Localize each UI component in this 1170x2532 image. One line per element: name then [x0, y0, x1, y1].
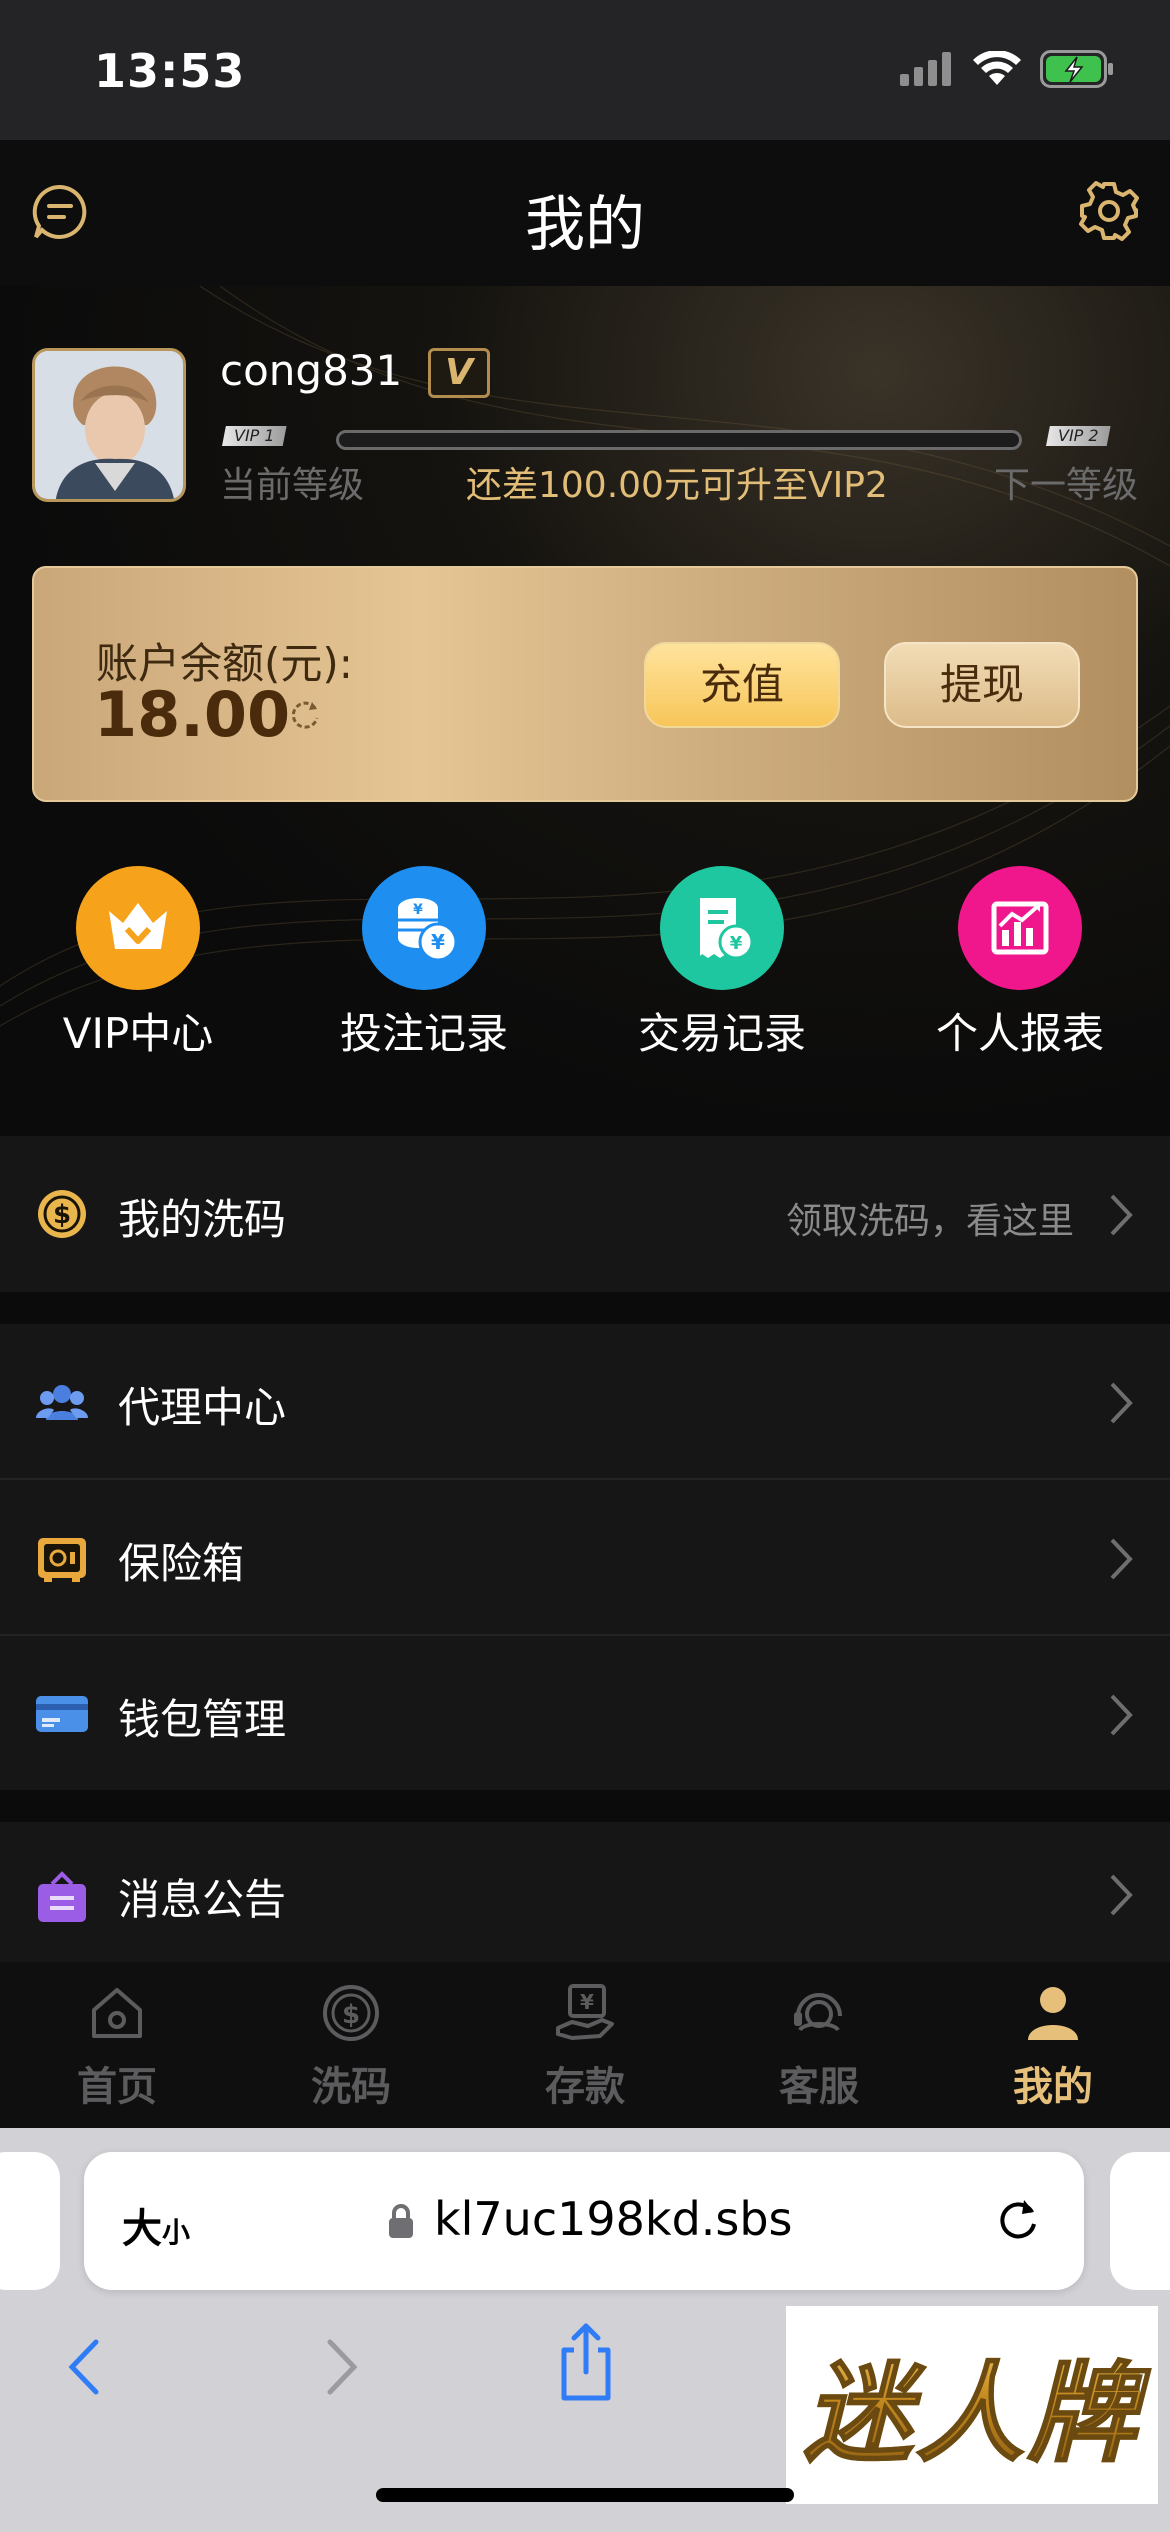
balance-value: 18.00 — [94, 678, 291, 751]
svg-text:¥: ¥ — [413, 902, 423, 918]
quick-action-personal-report[interactable]: 个人报表 — [900, 866, 1140, 1061]
tab-label: 首页 — [77, 2064, 157, 2110]
user-icon — [1028, 1987, 1078, 2040]
page-title: 我的 — [525, 190, 645, 260]
wallet-card-icon — [36, 1696, 88, 1732]
deposit-icon: ¥ — [556, 1984, 614, 2040]
quick-action-label: 交易记录 — [637, 1009, 806, 1058]
menu-row-announcements[interactable]: 消息公告 — [0, 1822, 1170, 1962]
vip-current-tag: VIP 1 — [222, 426, 287, 446]
status-bar: 13:53 — [0, 0, 1170, 140]
upgrade-hint: 还差100.00元可升至VIP2 — [466, 465, 888, 506]
chevron-right-icon — [1110, 1694, 1133, 1736]
tab-rebate[interactable]: $ 洗码 — [234, 1962, 468, 2128]
home-icon — [92, 1988, 142, 2038]
refresh-icon[interactable] — [288, 698, 322, 732]
dollar-coin-icon: $ — [323, 1985, 379, 2041]
tab-label: 洗码 — [311, 2064, 391, 2110]
address-bar[interactable]: 大小 kl7uc198kd.sbs — [84, 2152, 1084, 2290]
gear-icon[interactable] — [1078, 180, 1140, 242]
quick-action-label: VIP中心 — [62, 1009, 214, 1058]
avatar[interactable] — [32, 348, 186, 502]
vip-next-tag: VIP 2 — [1046, 426, 1111, 446]
tab-home[interactable]: 首页 — [0, 1962, 234, 2128]
menu-row-label: 保险箱 — [118, 1539, 245, 1588]
chevron-right-icon — [1110, 1382, 1133, 1424]
cellular-signal-icon — [900, 52, 951, 86]
tab-deposit[interactable]: ¥ 存款 — [468, 1962, 702, 2128]
menu-row-wallet-management[interactable]: 钱包管理 — [0, 1636, 1170, 1792]
tab-label: 客服 — [779, 2064, 859, 2110]
menu-row-my-rebate[interactable]: $ 我的洗码 领取洗码，看这里 — [0, 1136, 1170, 1292]
status-icons — [900, 50, 1116, 88]
safe-icon — [38, 1538, 86, 1582]
menu-row-safe-box[interactable]: 保险箱 — [0, 1480, 1170, 1636]
next-tab-peek[interactable] — [1110, 2152, 1170, 2290]
svg-text:$: $ — [53, 1200, 71, 1230]
chevron-right-icon — [1110, 1874, 1133, 1916]
svg-text:¥: ¥ — [580, 1990, 594, 2014]
url-text: kl7uc198kd.sbs — [434, 2192, 793, 2246]
svg-text:$: $ — [342, 2000, 360, 2030]
lock-icon — [389, 2204, 413, 2238]
watermark-logo: 迷人牌 — [786, 2306, 1158, 2504]
vip-level-badge: V — [428, 348, 490, 398]
vip-progress-bar — [336, 430, 1022, 450]
quick-action-transaction-records[interactable]: ¥ 交易记录 — [602, 866, 842, 1061]
quick-action-vip-center[interactable]: VIP中心 — [18, 866, 258, 1061]
support-icon — [794, 1993, 842, 2032]
status-time: 13:53 — [94, 44, 246, 98]
rebate-section: $ 我的洗码 领取洗码，看这里 — [0, 1136, 1170, 1292]
crown-icon — [76, 866, 200, 990]
quick-action-label: 个人报表 — [935, 1009, 1104, 1058]
tab-label: 我的 — [1013, 2064, 1093, 2110]
coins-icon: ¥ ¥ — [362, 866, 486, 990]
menu-row-label: 钱包管理 — [118, 1695, 287, 1744]
rebate-hint: 领取洗码，看这里 — [785, 1201, 1074, 1242]
quick-action-bet-records[interactable]: ¥ ¥ 投注记录 — [304, 866, 544, 1061]
announcement-bag-icon — [38, 1871, 86, 1922]
avatar-portrait-icon — [35, 351, 183, 499]
svg-text:¥: ¥ — [431, 930, 445, 954]
text-size-small-glyph: 小 — [162, 2216, 191, 2249]
menu-section: 代理中心 保险箱 钱包管理 — [0, 1324, 1170, 1790]
receipt-icon: ¥ — [660, 866, 784, 990]
bottom-tab-bar: 首页 $ 洗码 ¥ 存款 客服 我的 — [0, 1962, 1170, 2128]
watermark-text: 迷人牌 — [803, 2327, 1140, 2483]
next-level-label: 下一等级 — [993, 465, 1138, 506]
recharge-button[interactable]: 充值 — [644, 642, 840, 728]
tab-label: 存款 — [545, 2064, 625, 2110]
username: cong831 — [220, 346, 403, 395]
current-level-label: 当前等级 — [220, 465, 365, 506]
menu-row-label: 代理中心 — [118, 1383, 287, 1432]
profile-panel: cong831 V VIP 1 VIP 2 当前等级 还差100.00元可升至V… — [0, 286, 1170, 1136]
quick-action-label: 投注记录 — [339, 1009, 508, 1058]
text-size-large-glyph: 大 — [122, 2206, 162, 2252]
back-arrow-icon[interactable] — [52, 2332, 122, 2402]
wifi-icon — [973, 51, 1021, 85]
previous-tab-peek[interactable] — [0, 2152, 60, 2290]
balance-card: 账户余额(元): 18.00 充值 提现 — [32, 566, 1138, 802]
menu-row-label: 我的洗码 — [118, 1195, 287, 1244]
nav-header: 我的 — [0, 140, 1170, 286]
battery-charging-icon — [1040, 50, 1113, 88]
home-indicator — [376, 2488, 794, 2502]
dollar-coin-icon: $ — [38, 1190, 86, 1238]
menu-row-label: 消息公告 — [118, 1875, 287, 1924]
forward-arrow-icon[interactable] — [304, 2332, 374, 2402]
chevron-right-icon — [1110, 1194, 1133, 1236]
share-icon[interactable] — [550, 2320, 622, 2404]
chevron-right-icon — [1110, 1538, 1133, 1580]
svg-text:¥: ¥ — [730, 933, 743, 954]
reload-icon[interactable] — [992, 2194, 1044, 2246]
tab-support[interactable]: 客服 — [702, 1962, 936, 2128]
withdraw-button[interactable]: 提现 — [884, 642, 1080, 728]
tab-mine[interactable]: 我的 — [936, 1962, 1170, 2128]
agents-icon — [36, 1385, 88, 1420]
text-size-button[interactable]: 大小 — [122, 2196, 190, 2254]
chart-icon — [958, 866, 1082, 990]
menu-row-agent-center[interactable]: 代理中心 — [0, 1324, 1170, 1480]
notice-section: 消息公告 — [0, 1822, 1170, 1962]
